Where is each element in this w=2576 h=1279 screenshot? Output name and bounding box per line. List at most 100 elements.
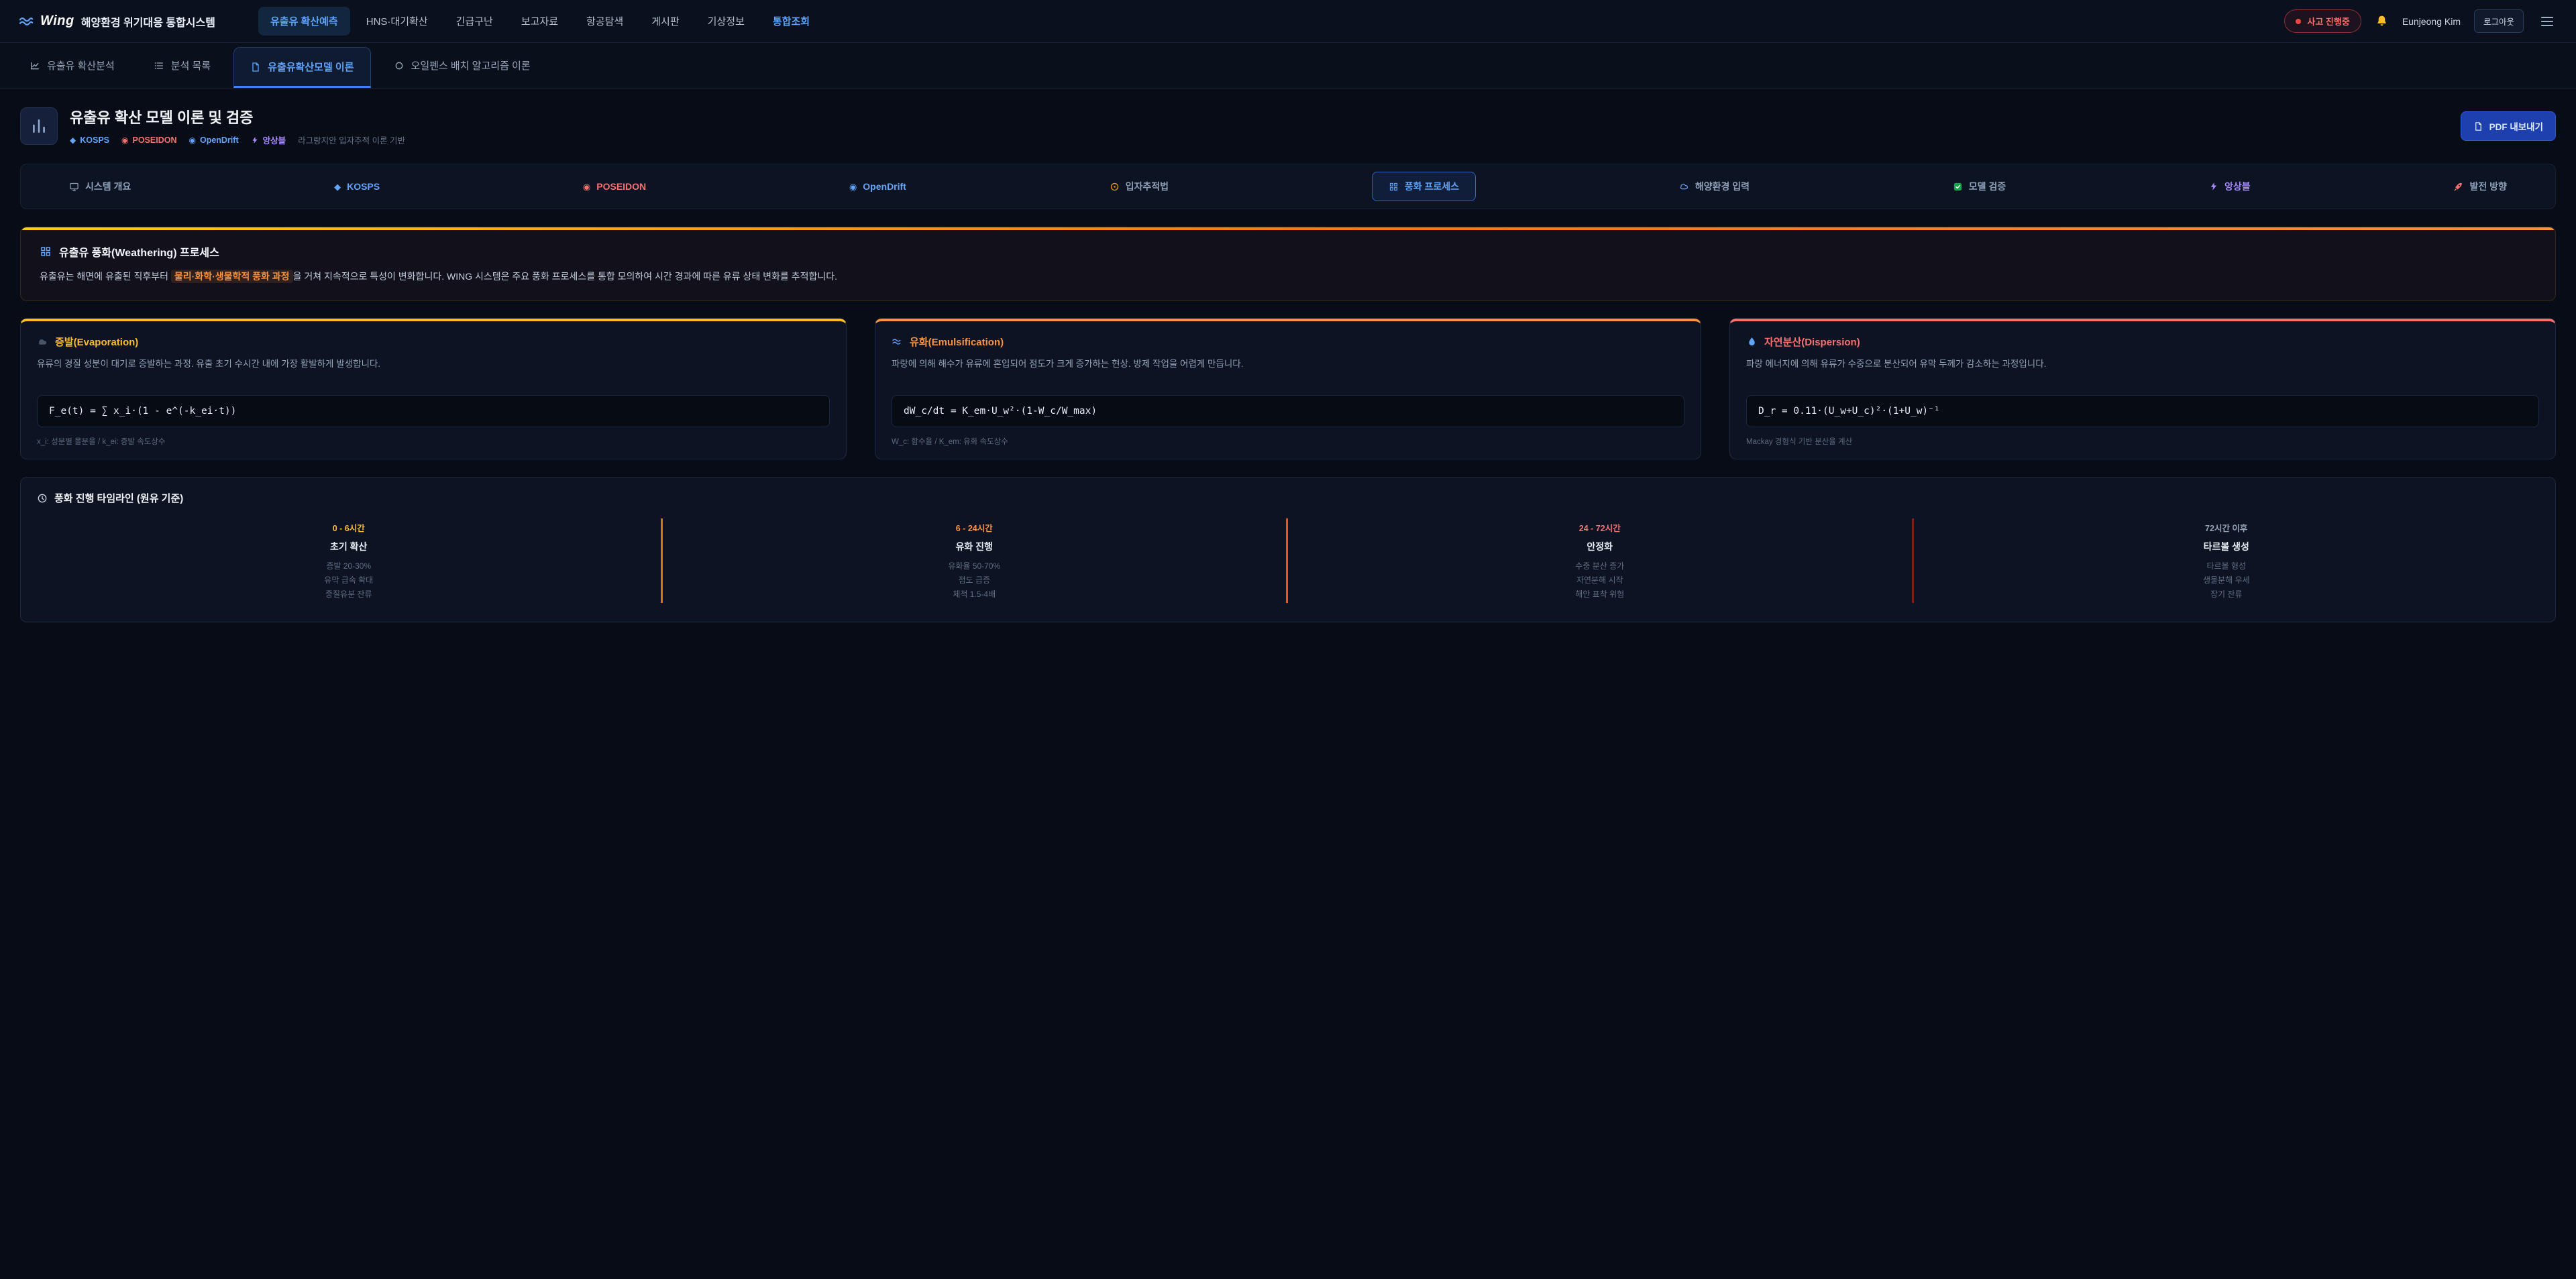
stage-details: 타르볼 형성 생물분해 우세 장기 잔류: [1922, 559, 2532, 602]
weathering-banner-title: 유출유 풍화(Weathering) 프로세스: [59, 243, 219, 260]
card-title-row: 자연분산(Dispersion): [1746, 335, 2539, 349]
timeline-stage-stabilization: 24 - 72시간 안정화 수중 분산 증가 자연분해 시작 해안 표착 위험: [1288, 518, 1914, 603]
dispersion-formula: D_r = 0.11·(U_w+U_c)²·(1+U_w)⁻¹: [1746, 395, 2539, 427]
evaporation-formula: F_e(t) = ∑ x_i·(1 - e^(-k_ei·t)): [37, 395, 830, 427]
section-tab-opendrift[interactable]: ◉ OpenDrift: [849, 181, 906, 192]
timeline-grid: 0 - 6시간 초기 확산 증발 20-30% 유막 급속 확대 중질유분 잔류…: [37, 518, 2539, 603]
subtab-label: 오일펜스 배치 알고리즘 이론: [411, 58, 531, 72]
document-icon: [250, 62, 261, 72]
nav-item-integrated-search[interactable]: 통합조회: [761, 7, 822, 36]
nav-item-emergency-rescue[interactable]: 긴급구난: [444, 7, 505, 36]
droplet-icon: [1746, 336, 1758, 347]
ring-dot-icon: ◉: [189, 135, 195, 145]
stage-time: 72시간 이후: [1922, 521, 2532, 534]
circle-icon: [394, 60, 405, 71]
card-title-row: 유화(Emulsification): [892, 335, 1684, 349]
stage-time: 24 - 72시간: [1296, 521, 1904, 534]
page-title-block: 유출유 확산 모델 이론 및 검증 ◆ KOSPS ◉ POSEIDON ◉ O…: [70, 106, 405, 146]
stage-time: 6 - 24시간: [671, 521, 1279, 534]
grid-icon: [1389, 182, 1399, 192]
nav-item-reports[interactable]: 보고자료: [509, 7, 570, 36]
dark-cloud-icon: [37, 336, 48, 347]
section-tab-ensemble[interactable]: 앙상블: [2209, 180, 2251, 193]
section-tab-marine-environment-input[interactable]: 해양환경 입력: [1679, 180, 1750, 193]
section-tab-future-direction[interactable]: 발전 방향: [2453, 180, 2506, 193]
subtab-oil-fence-algorithm[interactable]: 오일펜스 배치 알고리즘 이론: [378, 43, 547, 88]
ring-dot-icon: ◉: [121, 135, 128, 145]
grid-icon: [40, 245, 52, 258]
logo-text: Wing: [40, 13, 74, 29]
timeline-stage-tarball-formation: 72시간 이후 타르볼 생성 타르볼 형성 생물분해 우세 장기 잔류: [1914, 518, 2540, 603]
nav-item-weather-info[interactable]: 기상정보: [696, 7, 757, 36]
timeline-title: 풍화 진행 타임라인 (원유 기준): [54, 491, 183, 505]
page-header: 유출유 확산 모델 이론 및 검증 ◆ KOSPS ◉ POSEIDON ◉ O…: [20, 106, 2556, 146]
weathering-banner-description: 유출유는 해면에 유출된 직후부터 물리·화학·생물학적 풍화 과정을 거쳐 지…: [40, 270, 2536, 283]
page-icon-box: [20, 107, 58, 145]
section-tab-kosps[interactable]: ◆ KOSPS: [334, 181, 380, 192]
wave-icon: [892, 336, 903, 347]
subtab-diffusion-model-theory[interactable]: 유출유확산모델 이론: [233, 47, 370, 88]
section-tab-system-overview[interactable]: 시스템 개요: [69, 180, 131, 193]
cloud-icon: [1679, 182, 1689, 192]
card-dispersion: 자연분산(Dispersion) 파랑 에너지에 의해 유류가 수중으로 분산되…: [1729, 319, 2556, 459]
bell-icon: [2375, 14, 2389, 28]
nav-item-hns-atmospheric[interactable]: HNS·대기확산: [354, 7, 440, 36]
section-tab-weathering-process[interactable]: 풍화 프로세스: [1372, 172, 1476, 201]
stage-time: 0 - 6시간: [45, 521, 653, 534]
emulsification-formula: dW_c/dt = K_em·U_w²·(1-W_c/W_max): [892, 395, 1684, 427]
stage-name: 유화 진행: [671, 540, 1279, 553]
badge-ensemble: 앙상블: [251, 133, 286, 146]
diamond-icon: ◆: [70, 135, 76, 145]
check-square-icon: [1953, 182, 1963, 192]
logout-button[interactable]: 로그아웃: [2474, 9, 2524, 33]
hamburger-menu-button[interactable]: [2537, 13, 2557, 30]
clock-icon: [37, 493, 48, 504]
ring-dot-icon: ◉: [849, 182, 857, 191]
model-badge-row: ◆ KOSPS ◉ POSEIDON ◉ OpenDrift 앙상블: [70, 133, 405, 146]
user-name: Eunjeong Kim: [2402, 16, 2461, 27]
section-tab-particle-tracking[interactable]: 입자추적법: [1110, 180, 1169, 193]
main-content: 유출유 확산 모델 이론 및 검증 ◆ KOSPS ◉ POSEIDON ◉ O…: [0, 89, 2576, 640]
subtab-label: 유출유 확산분석: [47, 58, 115, 72]
pdf-document-icon: [2473, 121, 2483, 131]
topnav-right: 사고 진행중 Eunjeong Kim 로그아웃: [2284, 9, 2557, 33]
stage-name: 타르볼 생성: [1922, 540, 2532, 553]
notification-bell-button[interactable]: [2375, 14, 2389, 28]
card-caption: Mackay 경험식 기반 분산율 계산: [1746, 436, 2539, 447]
card-description: 파랑에 의해 해수가 유류에 혼입되어 점도가 크게 증가하는 현상. 방제 작…: [892, 357, 1684, 386]
lightning-icon: [251, 136, 259, 144]
app-logo[interactable]: Wing 해양환경 위기대응 통합시스템: [19, 13, 215, 30]
diamond-icon: ◆: [334, 182, 341, 191]
subtab-analysis-list[interactable]: 분석 목록: [138, 43, 227, 88]
timeline-title-row: 풍화 진행 타임라인 (원유 기준): [37, 491, 2539, 505]
card-description: 유류의 경질 성분이 대기로 증발하는 과정. 유출 초기 수시간 내에 가장 …: [37, 357, 830, 386]
pdf-export-button[interactable]: PDF 내보내기: [2461, 111, 2556, 141]
compass-icon: [1110, 182, 1120, 192]
nav-item-oil-spill-forecast[interactable]: 유출유 확산예측: [258, 7, 350, 36]
badge-kosps: ◆ KOSPS: [70, 135, 109, 145]
nav-item-aerial-search[interactable]: 항공탐색: [574, 7, 635, 36]
stage-name: 초기 확산: [45, 540, 653, 553]
nav-item-board[interactable]: 게시판: [639, 7, 691, 36]
ring-dot-icon: ◉: [583, 182, 590, 191]
subtab-label: 분석 목록: [171, 58, 211, 72]
main-nav: 유출유 확산예측 HNS·대기확산 긴급구난 보고자료 항공탐색 게시판 기상정…: [258, 7, 822, 36]
lightning-icon: [2209, 182, 2218, 191]
card-description: 파랑 에너지에 의해 유류가 수중으로 분산되어 유막 두께가 감소하는 과정입…: [1746, 357, 2539, 386]
card-caption: x_i: 성분별 몰분율 / k_ei: 증발 속도상수: [37, 436, 830, 447]
card-emulsification: 유화(Emulsification) 파랑에 의해 해수가 유류에 혼입되어 점…: [875, 319, 1701, 459]
timeline-stage-emulsification-progress: 6 - 24시간 유화 진행 유화율 50-70% 점도 급증 체적 1.5-4…: [663, 518, 1289, 603]
section-tab-model-validation[interactable]: 모델 검증: [1953, 180, 2006, 193]
page-title: 유출유 확산 모델 이론 및 검증: [70, 106, 405, 127]
section-tab-poseidon[interactable]: ◉ POSEIDON: [583, 181, 646, 192]
stage-details: 수중 분산 증가 자연분해 시작 해안 표착 위험: [1296, 559, 1904, 602]
sub-navbar: 유출유 확산분석 분석 목록 유출유확산모델 이론 오일펜스 배치 알고리즘 이…: [0, 43, 2576, 89]
app-title: 해양환경 위기대응 통합시스템: [81, 13, 215, 30]
incident-status-badge[interactable]: 사고 진행중: [2284, 9, 2361, 33]
alert-dot-icon: [2296, 19, 2301, 24]
stage-details: 증발 20-30% 유막 급속 확대 중질유분 잔류: [45, 559, 653, 602]
badge-poseidon: ◉ POSEIDON: [121, 135, 176, 145]
subtab-spill-analysis[interactable]: 유출유 확산분석: [13, 43, 131, 88]
chart-line-icon: [30, 60, 40, 71]
card-evaporation: 증발(Evaporation) 유류의 경질 성분이 대기로 증발하는 과정. …: [20, 319, 847, 459]
